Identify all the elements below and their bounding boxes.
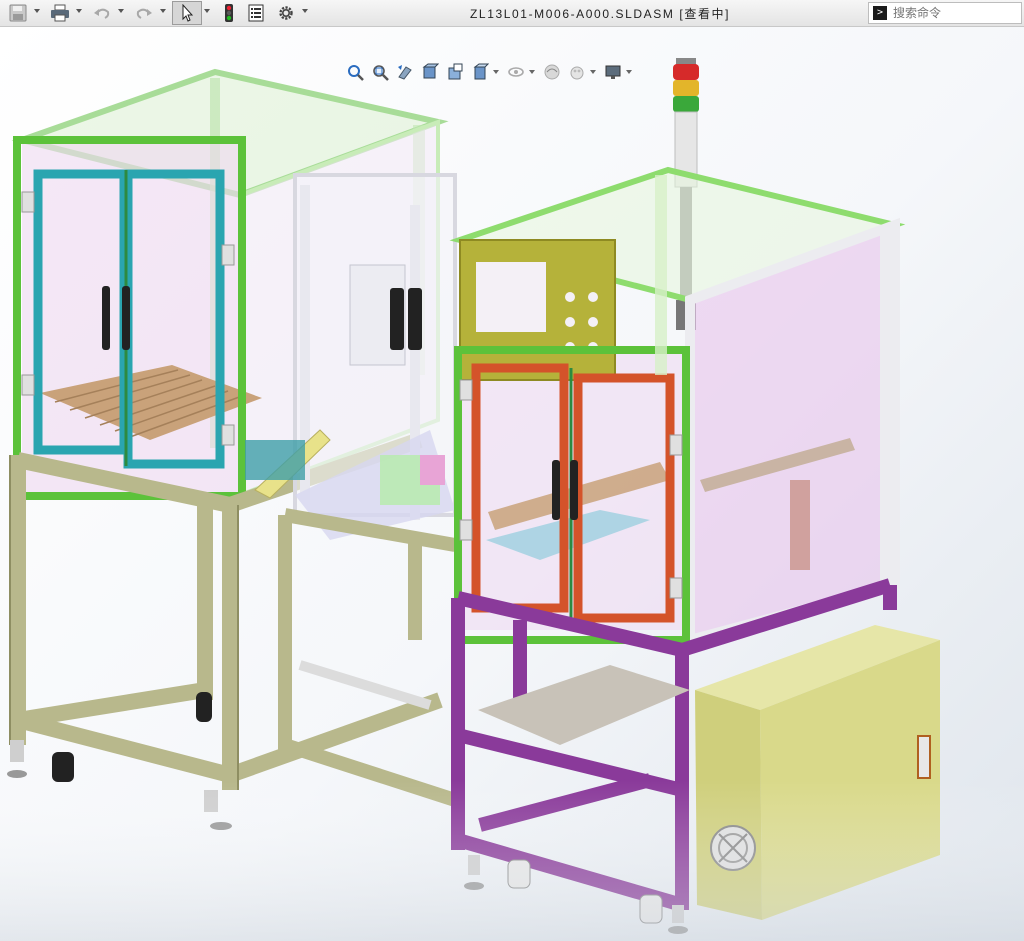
display-style-icon — [508, 67, 524, 77]
annotation-view-button[interactable] — [444, 62, 466, 82]
section-view-icon — [422, 63, 439, 79]
search-input[interactable] — [893, 6, 1013, 20]
traffic-light-icon — [225, 4, 233, 22]
rebuild-button[interactable] — [218, 2, 240, 24]
undo-button[interactable] — [90, 2, 114, 24]
file-properties-button[interactable] — [244, 2, 268, 24]
print-dropdown-icon[interactable] — [76, 9, 82, 13]
save-icon — [9, 4, 27, 22]
options-dropdown-icon[interactable] — [302, 9, 308, 13]
right-back-post — [655, 175, 667, 375]
cursor-icon — [182, 4, 194, 22]
view-settings-dropdown-icon[interactable] — [626, 70, 632, 74]
hmi-cutout — [476, 262, 546, 332]
undo-icon — [94, 8, 110, 19]
door-handle[interactable] — [102, 286, 110, 350]
shelf — [478, 665, 690, 745]
right-side-glass — [685, 217, 900, 647]
zoom-fit-button[interactable] — [344, 62, 366, 82]
select-dropdown-icon[interactable] — [204, 9, 210, 13]
undo-dropdown-icon[interactable] — [118, 9, 124, 13]
properties-icon — [248, 4, 264, 22]
door-handle[interactable] — [570, 460, 578, 520]
graphics-area[interactable] — [0, 27, 1024, 941]
middle-handle[interactable] — [390, 288, 404, 350]
appearance-button[interactable] — [566, 62, 588, 82]
heads-up-view-toolbar — [344, 61, 638, 83]
zoom-fit-icon — [348, 65, 364, 81]
print-icon — [51, 4, 69, 22]
redo-button[interactable] — [132, 2, 156, 24]
appearance-icon — [570, 66, 584, 80]
view-orientation-button[interactable] — [469, 62, 491, 82]
save-button[interactable] — [6, 2, 30, 24]
display-style-dropdown-icon[interactable] — [529, 70, 535, 74]
right-corner-post — [880, 225, 892, 595]
save-dropdown-icon[interactable] — [34, 9, 40, 13]
command-prompt-icon: > — [873, 6, 887, 20]
title-bar: ZL13L01-M006-A000.SLDASM [查看中] > — [0, 0, 1024, 27]
section-view-button[interactable] — [419, 62, 441, 82]
previous-view-button[interactable] — [394, 62, 416, 82]
gear-icon — [279, 6, 293, 20]
search-box[interactable]: > — [868, 2, 1022, 24]
door-handle[interactable] — [552, 460, 560, 520]
view-orientation-dropdown-icon[interactable] — [493, 70, 499, 74]
zoom-area-icon — [373, 65, 389, 81]
annotation-view-icon — [448, 63, 463, 80]
appearance-dropdown-icon[interactable] — [590, 70, 596, 74]
door-handle[interactable] — [122, 286, 130, 350]
hide-show-icon — [544, 64, 560, 80]
middle-handle[interactable] — [408, 288, 422, 350]
redo-icon — [136, 8, 152, 19]
document-title: ZL13L01-M006-A000.SLDASM [查看中] — [470, 7, 731, 21]
cross-bar — [298, 660, 432, 710]
zoom-area-button[interactable] — [369, 62, 391, 82]
view-settings-button[interactable] — [602, 62, 624, 82]
display-style-button[interactable] — [505, 62, 527, 82]
teal-box — [245, 440, 305, 480]
previous-view-icon — [398, 65, 412, 80]
internal-post — [790, 480, 810, 570]
assembly-model[interactable] — [0, 27, 1024, 941]
print-button[interactable] — [48, 2, 72, 24]
hide-show-button[interactable] — [541, 62, 563, 82]
floor-shade — [0, 780, 1024, 941]
pink-block — [420, 455, 445, 485]
middle-stand-frame — [278, 508, 458, 807]
monitor-icon — [605, 65, 621, 79]
view-orientation-icon — [473, 63, 489, 80]
cabinet-latch — [917, 735, 931, 779]
redo-dropdown-icon[interactable] — [160, 9, 166, 13]
options-button[interactable] — [274, 2, 298, 24]
select-button[interactable] — [172, 1, 202, 25]
